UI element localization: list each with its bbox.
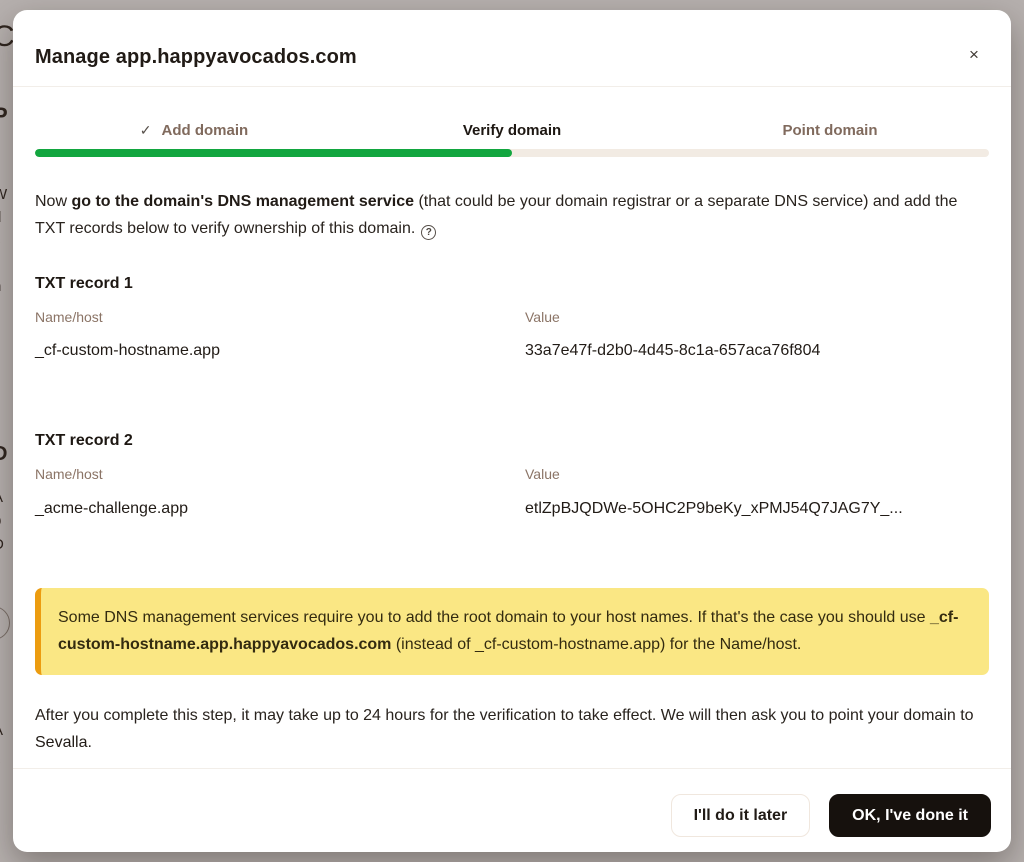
name-host-label: Name/host <box>35 309 103 325</box>
name-host-label: Name/host <box>35 466 103 482</box>
step-verify-domain: Verify domain <box>353 122 671 139</box>
do-it-later-button[interactable]: I'll do it later <box>671 794 811 837</box>
txt-record-2-heading: TXT record 2 <box>35 432 133 450</box>
warning-post: (instead of _cf-custom-hostname.app) for… <box>391 636 801 653</box>
step-add-domain: ✓ Add domain <box>35 122 353 139</box>
check-icon: ✓ <box>140 122 152 139</box>
txt-record-1-name: _cf-custom-hostname.app <box>35 342 220 360</box>
warning-callout: Some DNS management services require you… <box>35 588 989 675</box>
txt-record-2-name: _acme-challenge.app <box>35 500 188 518</box>
txt-record-2-value: etlZpBJQDWe-5OHC2P9beKy_xPMJ54Q7JAG7Y_..… <box>525 500 903 518</box>
txt-record-1-heading: TXT record 1 <box>35 275 133 293</box>
instructions-bold: go to the domain's DNS management servic… <box>71 193 414 210</box>
close-icon[interactable]: × <box>959 40 989 70</box>
txt-record-1-value: 33a7e47f-d2b0-4d45-8c1a-657aca76f804 <box>525 342 820 360</box>
value-label: Value <box>525 309 560 325</box>
ok-done-button[interactable]: OK, I've done it <box>829 794 991 837</box>
instructions-text: Now go to the domain's DNS management se… <box>35 188 987 242</box>
sevalla-link[interactable]: Sevalla <box>35 734 87 751</box>
completion-note-post: . <box>87 734 91 751</box>
step-label: Add domain <box>162 122 249 139</box>
completion-note-pre: After you complete this step, it may tak… <box>35 707 974 724</box>
completion-note: After you complete this step, it may tak… <box>35 702 987 756</box>
progress-bar-fill <box>35 149 512 157</box>
value-label: Value <box>525 466 560 482</box>
warning-pre: Some DNS management services require you… <box>58 609 930 626</box>
progress-bar <box>35 149 989 157</box>
step-label: Verify domain <box>463 122 561 139</box>
step-indicator: ✓ Add domain Verify domain Point domain <box>35 122 989 139</box>
instructions-pre: Now <box>35 193 71 210</box>
step-label: Point domain <box>783 122 878 139</box>
step-point-domain: Point domain <box>671 122 989 139</box>
modal-title: Manage app.happyavocados.com <box>35 46 357 69</box>
help-icon[interactable]: ? <box>421 225 436 240</box>
manage-domain-modal: Manage app.happyavocados.com × ✓ Add dom… <box>13 10 1011 852</box>
footer-divider <box>13 768 1011 769</box>
header-divider <box>13 86 1011 87</box>
modal-footer: I'll do it later OK, I've done it <box>671 794 991 837</box>
